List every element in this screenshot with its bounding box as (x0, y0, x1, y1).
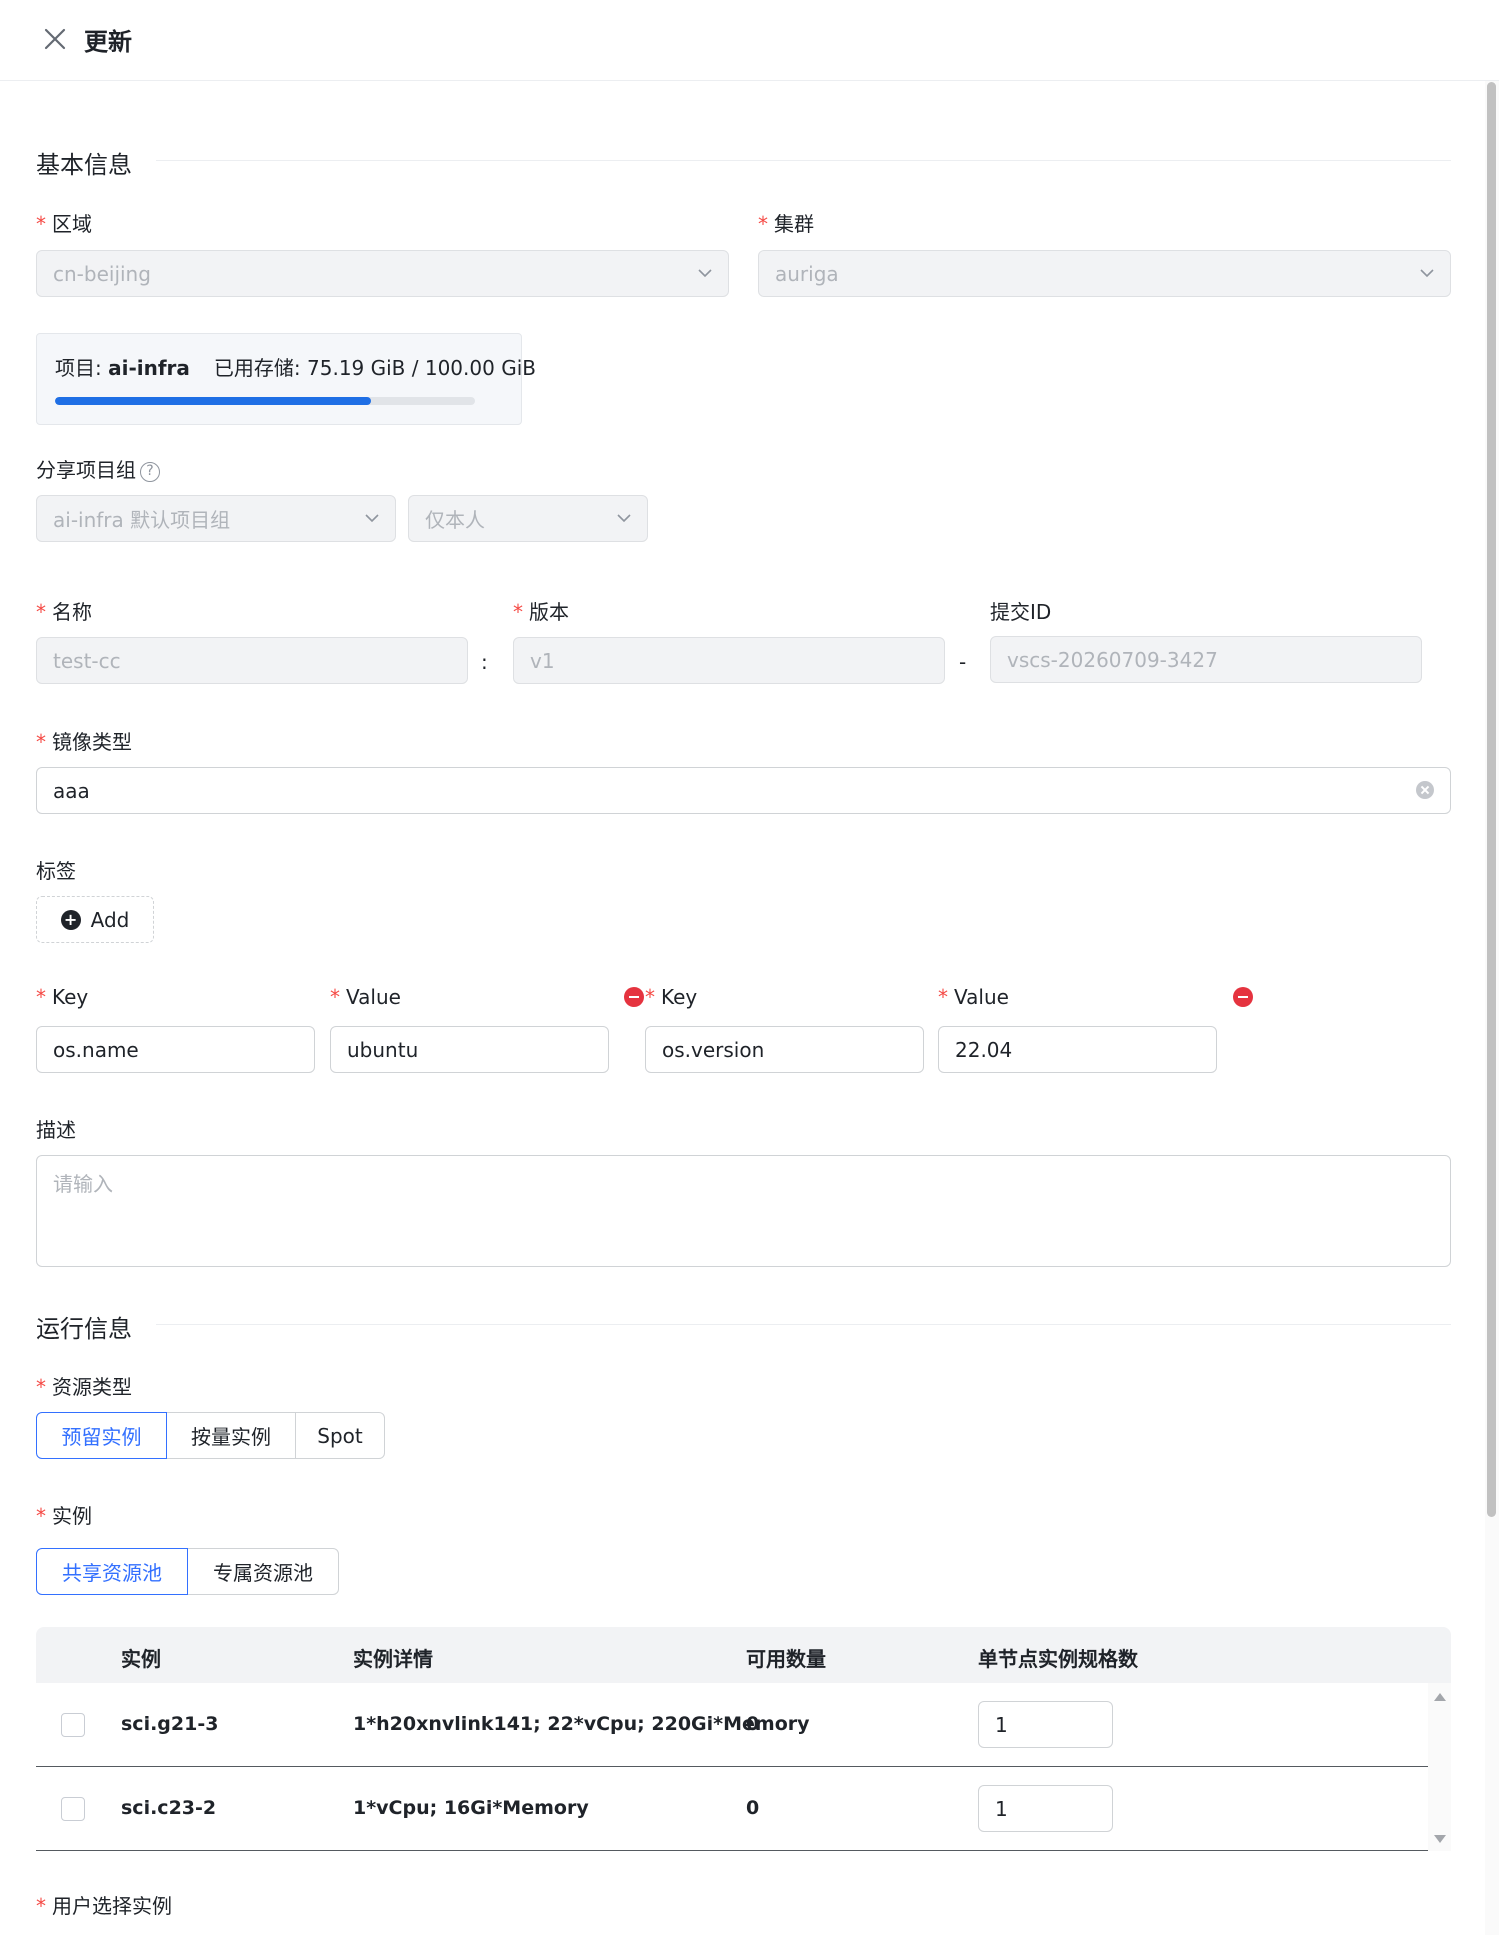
table-row[interactable]: sci.c23-2 1*vCpu; 16Gi*Memory 0 1 (36, 1767, 1428, 1851)
project-name: ai-infra (108, 356, 190, 380)
image-type-value: aaa (53, 778, 90, 803)
section-divider (156, 1324, 1451, 1325)
tag-value-label: * Value (330, 985, 401, 1009)
dedicated-pool-tab[interactable]: 专属资源池 (187, 1548, 339, 1595)
resource-type-segmented: 预留实例 按量实例 Spot (36, 1412, 385, 1459)
resource-pool-segmented: 共享资源池 专属资源池 (36, 1548, 339, 1595)
instance-available: 0 (746, 1713, 760, 1735)
remove-tag-icon[interactable] (1233, 987, 1253, 1007)
name-label: * 名称 (36, 600, 92, 624)
table-row[interactable]: sci.g21-3 1*h20xnvlink141; 22*vCpu; 220G… (36, 1683, 1428, 1767)
share-group-label: 分享项目组? (36, 454, 160, 483)
project-label: 项目: (55, 356, 109, 380)
image-type-label: * 镜像类型 (36, 730, 132, 754)
tag-key-input[interactable]: os.version (645, 1026, 924, 1073)
instance-detail: 1*vCpu; 16Gi*Memory (353, 1797, 589, 1819)
resource-type-on-demand[interactable]: 按量实例 (166, 1412, 296, 1459)
plus-circle-icon: + (60, 909, 81, 930)
row-checkbox[interactable] (61, 1797, 85, 1821)
remove-tag-icon[interactable] (624, 987, 644, 1007)
commit-id-input[interactable]: vscs-20260709-3427 (990, 636, 1422, 683)
commit-id-value: vscs-20260709-3427 (1007, 647, 1218, 672)
tag-value-input[interactable]: ubuntu (330, 1026, 609, 1073)
name-version-separator: : (481, 650, 488, 674)
description-label: 描述 (36, 1118, 76, 1142)
share-group-select[interactable]: ai-infra 默认项目组 (36, 495, 396, 542)
add-tag-button[interactable]: + Add (36, 896, 154, 943)
tag-key-input[interactable]: os.name (36, 1026, 315, 1073)
tag-key-label: * Key (645, 985, 698, 1009)
name-input[interactable]: test-cc (36, 637, 468, 684)
description-placeholder: 请输入 (53, 1172, 113, 1196)
column-header-spec-count: 单节点实例规格数 (978, 1647, 1138, 1671)
scroll-up-icon[interactable] (1434, 1693, 1446, 1701)
page-scrollbar-thumb[interactable] (1487, 82, 1496, 1517)
tag-value-input[interactable]: 22.04 (938, 1026, 1217, 1073)
cluster-select[interactable]: auriga (758, 250, 1451, 297)
tag-key-label: * Key (36, 985, 89, 1009)
drawer-title: 更新 (84, 28, 132, 56)
basic-info-title: 基本信息 (36, 151, 132, 179)
name-value: test-cc (53, 648, 121, 673)
instance-name: sci.g21-3 (121, 1713, 219, 1735)
add-tag-label: Add (90, 907, 130, 932)
row-checkbox[interactable] (61, 1713, 85, 1737)
version-label: * 版本 (513, 600, 569, 624)
spec-count-value: 1 (995, 1796, 1008, 1821)
version-value: v1 (530, 648, 555, 673)
shared-pool-tab[interactable]: 共享资源池 (36, 1548, 188, 1595)
instance-label: * 实例 (36, 1504, 92, 1528)
share-scope-value: 仅本人 (425, 508, 485, 532)
chevron-down-icon (1420, 269, 1434, 278)
tag-key-value: os.name (53, 1037, 139, 1062)
instance-detail: 1*h20xnvlink141; 22*vCpu; 220Gi*Memory (353, 1713, 810, 1735)
version-commit-separator: - (959, 650, 967, 674)
resource-type-spot[interactable]: Spot (295, 1412, 385, 1459)
tag-value-value: 22.04 (955, 1037, 1013, 1062)
chevron-down-icon (617, 514, 631, 523)
cluster-label: * 集群 (758, 212, 814, 236)
tags-label: 标签 (36, 859, 76, 883)
description-textarea[interactable]: 请输入 (36, 1155, 1451, 1267)
commit-id-label: 提交ID (990, 600, 1052, 624)
instance-name: sci.c23-2 (121, 1797, 217, 1819)
share-group-value: ai-infra 默认项目组 (53, 508, 231, 532)
resource-type-reserved[interactable]: 预留实例 (36, 1412, 167, 1459)
tag-value-label: * Value (938, 985, 1009, 1009)
cluster-value: auriga (775, 261, 839, 286)
tag-key-value: os.version (662, 1037, 765, 1062)
region-select[interactable]: cn-beijing (36, 250, 729, 297)
version-input[interactable]: v1 (513, 637, 945, 684)
drawer-header: 更新 (0, 0, 1499, 81)
close-icon[interactable] (40, 24, 70, 54)
run-info-title: 运行信息 (36, 1315, 132, 1343)
spec-count-input[interactable]: 1 (978, 1785, 1113, 1832)
column-header-available: 可用数量 (746, 1647, 826, 1671)
column-header-detail: 实例详情 (353, 1647, 433, 1671)
share-scope-select[interactable]: 仅本人 (408, 495, 648, 542)
instance-available: 0 (746, 1797, 760, 1819)
spec-count-input[interactable]: 1 (978, 1701, 1113, 1748)
user-instance-label: * 用户选择实例 (36, 1894, 172, 1918)
quota-text: 项目: ai-infra 已用存储: 75.19 GiB / 100.00 GiB (55, 352, 536, 381)
scroll-down-icon[interactable] (1434, 1835, 1446, 1843)
clear-icon[interactable] (1416, 781, 1434, 799)
chevron-down-icon (698, 269, 712, 278)
help-icon[interactable]: ? (140, 461, 160, 482)
table-scrollbar[interactable] (1428, 1683, 1451, 1851)
table-header: 实例 实例详情 可用数量 单节点实例规格数 (36, 1627, 1451, 1683)
region-value: cn-beijing (53, 261, 151, 286)
section-divider (156, 160, 1451, 161)
storage-progress-bar (55, 397, 475, 405)
region-label: * 区域 (36, 212, 92, 236)
storage-progress-fill (55, 397, 371, 405)
storage-quota-card: 项目: ai-infra 已用存储: 75.19 GiB / 100.00 GiB (36, 333, 536, 425)
image-type-input[interactable]: aaa (36, 767, 1451, 814)
resource-type-label: * 资源类型 (36, 1375, 132, 1399)
spec-count-value: 1 (995, 1712, 1008, 1737)
column-header-instance: 实例 (121, 1647, 161, 1671)
chevron-down-icon (365, 514, 379, 523)
tag-value-value: ubuntu (347, 1037, 419, 1062)
storage-usage-text: 已用存储: 75.19 GiB / 100.00 GiB (213, 356, 536, 380)
